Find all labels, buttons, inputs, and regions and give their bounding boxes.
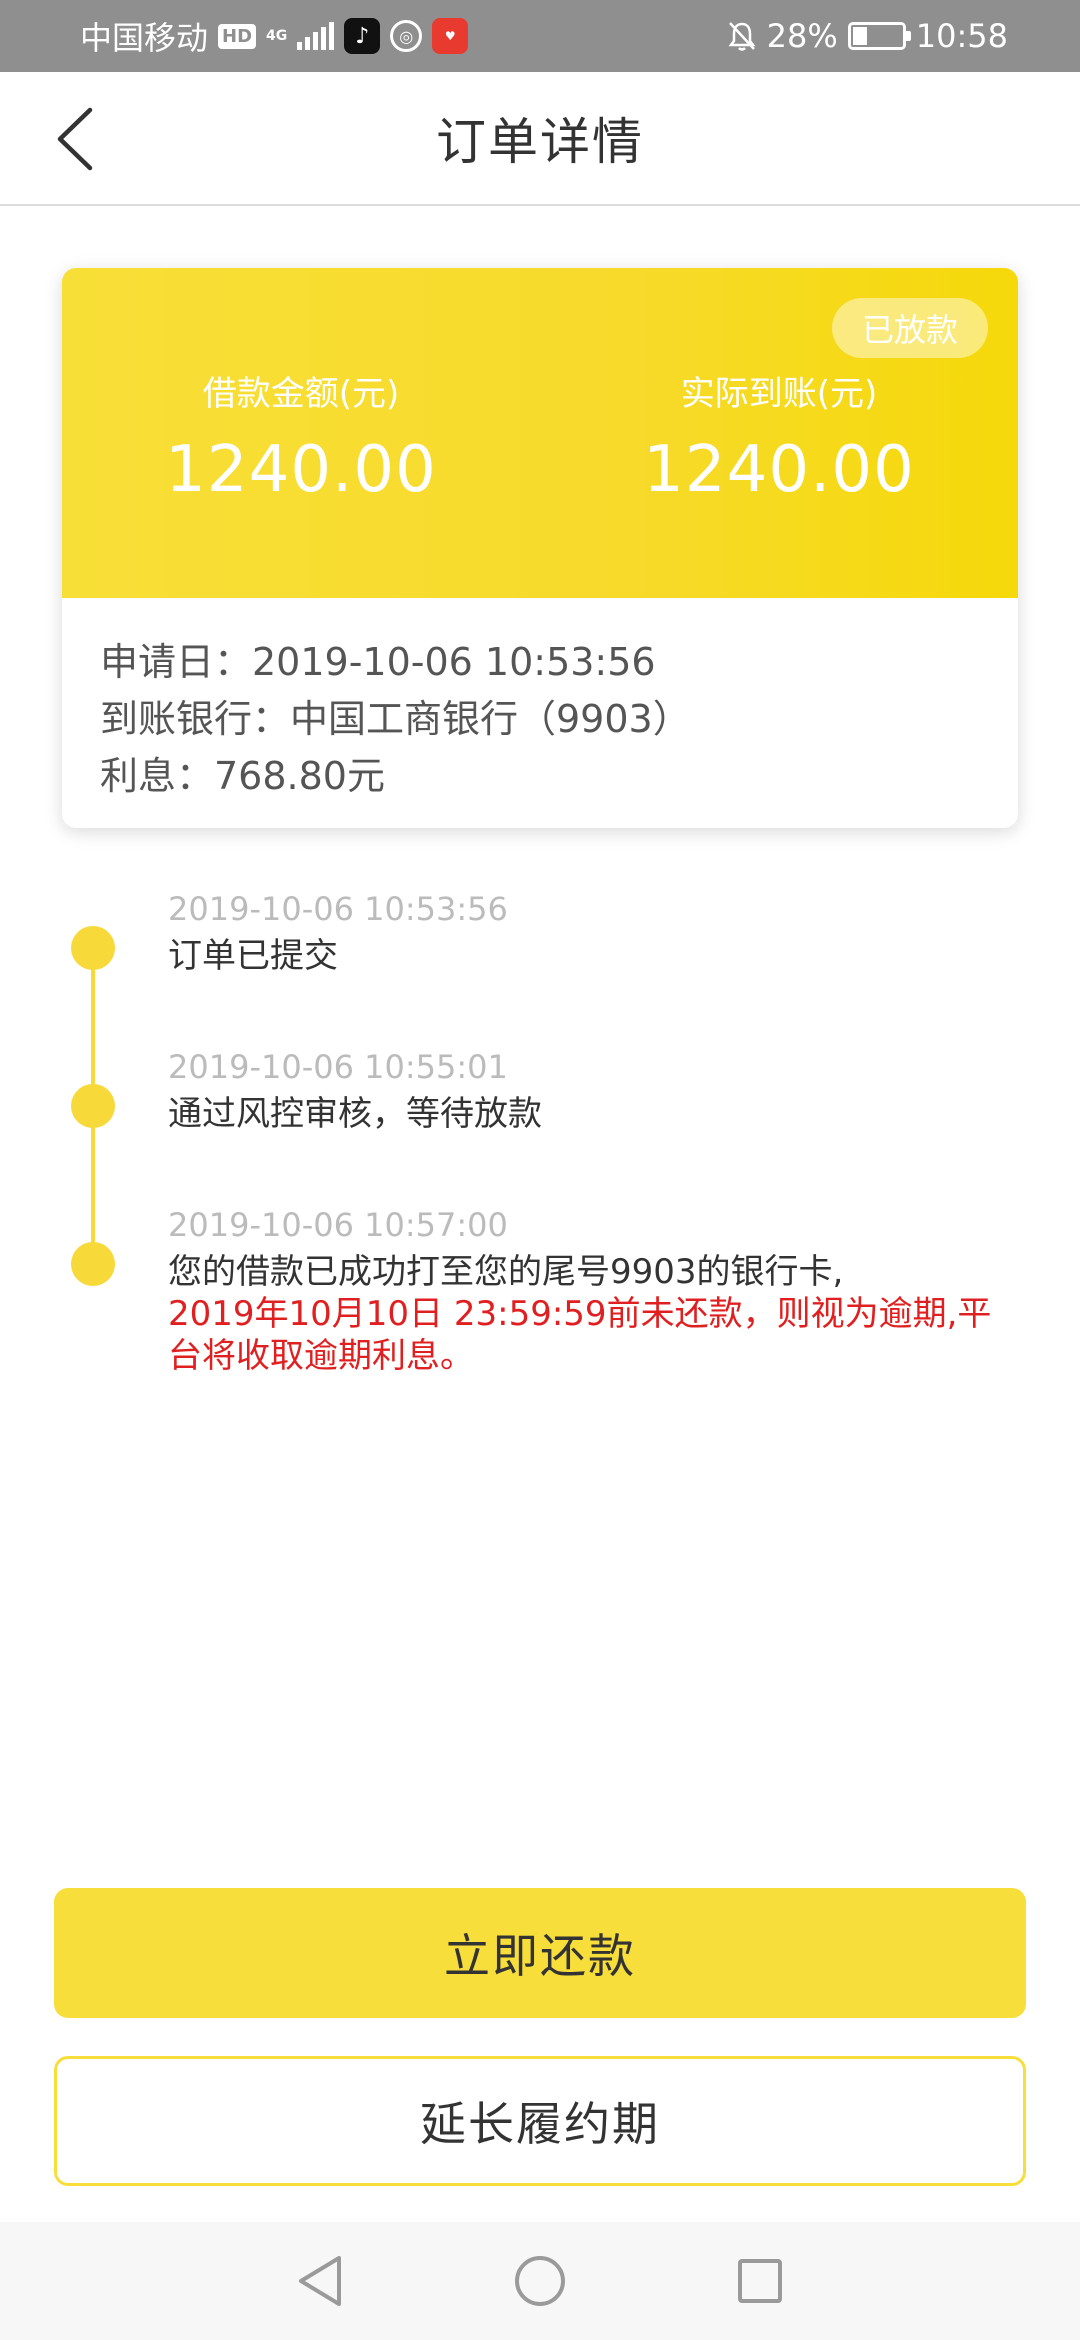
- home-circle-icon: [515, 2256, 565, 2306]
- page-title: 订单详情: [436, 113, 644, 171]
- timeline-time: 2019-10-06 10:57:00: [168, 1206, 508, 1244]
- nav-home-button[interactable]: [505, 2246, 575, 2316]
- hd-icon: HD: [218, 23, 257, 49]
- battery-percent: 28%: [766, 17, 838, 55]
- header-bar: 订单详情: [0, 72, 1080, 206]
- signal-icon: [297, 22, 335, 50]
- timeline-text: 通过风控审核，等待放款: [168, 1094, 542, 1134]
- carrier-name: 中国移动: [80, 19, 209, 57]
- receiving-bank: 到账银行：中国工商银行（9903）: [100, 697, 691, 741]
- status-bar-right: 28% 10:58: [727, 17, 1008, 55]
- unionpay-icon: ◎: [390, 20, 423, 52]
- timeline-time: 2019-10-06 10:53:56: [168, 890, 508, 928]
- loan-amount-value: 1240.00: [165, 433, 437, 507]
- mute-bell-icon: [728, 22, 756, 51]
- loan-details: 申请日：2019-10-06 10:53:56 到账银行：中国工商银行（9903…: [62, 598, 1018, 805]
- recents-square-icon: [738, 2259, 782, 2303]
- nav-back-button[interactable]: [285, 2246, 355, 2316]
- loan-amount-panel: 已放款 借款金额(元) 1240.00 实际到账(元) 1240.00: [62, 268, 1018, 598]
- system-nav-bar: [0, 2222, 1080, 2340]
- apply-date: 申请日：2019-10-06 10:53:56: [100, 640, 656, 684]
- disbursement-message: 您的借款已成功打至您的尾号9903的银行卡,: [168, 1252, 844, 1292]
- nav-recents-button[interactable]: [725, 2246, 795, 2316]
- timeline-text: 您的借款已成功打至您的尾号9903的银行卡, 2019年10月10日 23:59…: [168, 1251, 1008, 1377]
- timeline-dot: [71, 926, 115, 970]
- status-bar-left: 中国移动 HD 4G ♪ ◎ ♥: [80, 13, 469, 59]
- back-button[interactable]: [50, 102, 110, 176]
- clock: 10:58: [915, 17, 1008, 55]
- battery-level: [852, 27, 868, 45]
- chevron-left-icon: [57, 107, 93, 171]
- status-bar: 中国移动 HD 4G ♪ ◎ ♥ 28% 10:58: [0, 0, 1080, 72]
- loan-amount-label: 借款金额(元): [202, 374, 400, 414]
- loan-amount: 借款金额(元) 1240.00: [62, 366, 540, 507]
- tiktok-icon: ♪: [344, 18, 381, 54]
- received-amount-value: 1240.00: [643, 433, 915, 507]
- network-type: 4G: [266, 28, 288, 44]
- timeline-time: 2019-10-06 10:55:01: [168, 1048, 508, 1086]
- battery-icon: [847, 22, 911, 50]
- loan-summary-card: 已放款 借款金额(元) 1240.00 实际到账(元) 1240.00 申请日：…: [62, 268, 1018, 828]
- received-amount-label: 实际到账(元): [680, 374, 878, 414]
- back-triangle-icon: [299, 2256, 341, 2306]
- interest-amount: 利息：768.80元: [100, 754, 385, 798]
- status-badge: 已放款: [832, 298, 988, 358]
- repay-now-button[interactable]: 立即还款: [54, 1888, 1026, 2018]
- timeline-dot: [71, 1084, 115, 1128]
- extend-term-button[interactable]: 延长履约期: [54, 2056, 1026, 2186]
- shop-icon: ♥: [432, 18, 469, 54]
- timeline-text: 订单已提交: [168, 936, 338, 976]
- overdue-warning: 2019年10月10日 23:59:59前未还款，则视为逾期,平台将收取逾期利息…: [168, 1294, 992, 1376]
- timeline-dot: [71, 1242, 115, 1286]
- order-detail-page: 中国移动 HD 4G ♪ ◎ ♥ 28% 10:58 订单详情 已放款 借款金额…: [0, 0, 1080, 2340]
- received-amount: 实际到账(元) 1240.00: [540, 366, 1018, 507]
